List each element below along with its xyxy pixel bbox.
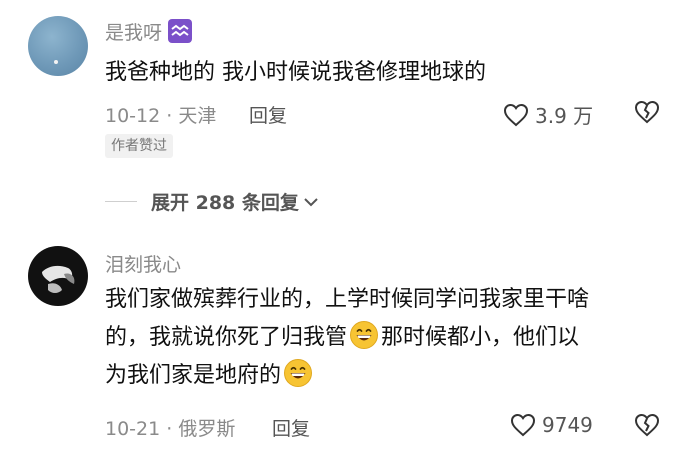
username-text[interactable]: 是我呀 bbox=[105, 22, 162, 44]
username[interactable]: 是我呀 bbox=[105, 18, 193, 45]
expand-replies-button[interactable]: 展开 288 条回复 bbox=[105, 188, 319, 215]
grinning-face-emoji bbox=[283, 358, 313, 388]
like-button[interactable]: 3.9 万 bbox=[503, 100, 593, 129]
comment-line: 的，我就说你死了归我管 那时候都小，他们以 bbox=[105, 319, 665, 357]
chevron-down-icon bbox=[304, 197, 318, 206]
comment-line-part: 为我们家是地府的 bbox=[105, 363, 282, 388]
reply-button[interactable]: 回复 bbox=[249, 101, 287, 128]
broken-heart-icon bbox=[634, 100, 660, 124]
grinning-face-emoji bbox=[349, 320, 379, 350]
comment-date-location: 10-21 · 俄罗斯 bbox=[105, 418, 236, 440]
reply-button[interactable]: 回复 bbox=[272, 414, 310, 441]
username[interactable]: 泪刻我心 bbox=[105, 250, 181, 277]
heart-icon bbox=[510, 413, 536, 437]
like-button[interactable]: 9749 bbox=[510, 413, 593, 437]
comment-text: 我爸种地的 我小时候说我爸修理地球的 bbox=[105, 54, 665, 92]
aquarius-zodiac-icon bbox=[168, 19, 193, 43]
comment-line-part: 的，我就说你死了归我管 bbox=[105, 325, 348, 350]
heart-icon bbox=[503, 103, 529, 126]
avatar[interactable] bbox=[28, 16, 88, 76]
comment-line: 我们家做殡葬行业的，上学时候同学问我家里干啥 bbox=[105, 287, 590, 312]
dislike-button[interactable] bbox=[634, 413, 660, 441]
comment-line: 为我们家是地府的 bbox=[105, 357, 665, 395]
comment-date-location: 10-12 · 天津 bbox=[105, 105, 217, 127]
avatar[interactable] bbox=[28, 246, 88, 306]
like-count: 9749 bbox=[542, 413, 593, 437]
like-count: 3.9 万 bbox=[535, 104, 594, 128]
divider bbox=[105, 201, 137, 202]
comment-line-part: 那时候都小，他们以 bbox=[381, 325, 580, 350]
dislike-button[interactable] bbox=[634, 100, 660, 128]
comment-line: 我爸种地的 我小时候说我爸修理地球的 bbox=[105, 60, 486, 85]
broken-heart-icon bbox=[634, 413, 660, 437]
author-liked-tag: 作者赞过 bbox=[105, 134, 173, 158]
expand-replies-label: 展开 288 条回复 bbox=[151, 192, 299, 214]
comment-text: 我们家做殡葬行业的，上学时候同学问我家里干啥 的，我就说你死了归我管 那时候都小，… bbox=[105, 281, 665, 395]
